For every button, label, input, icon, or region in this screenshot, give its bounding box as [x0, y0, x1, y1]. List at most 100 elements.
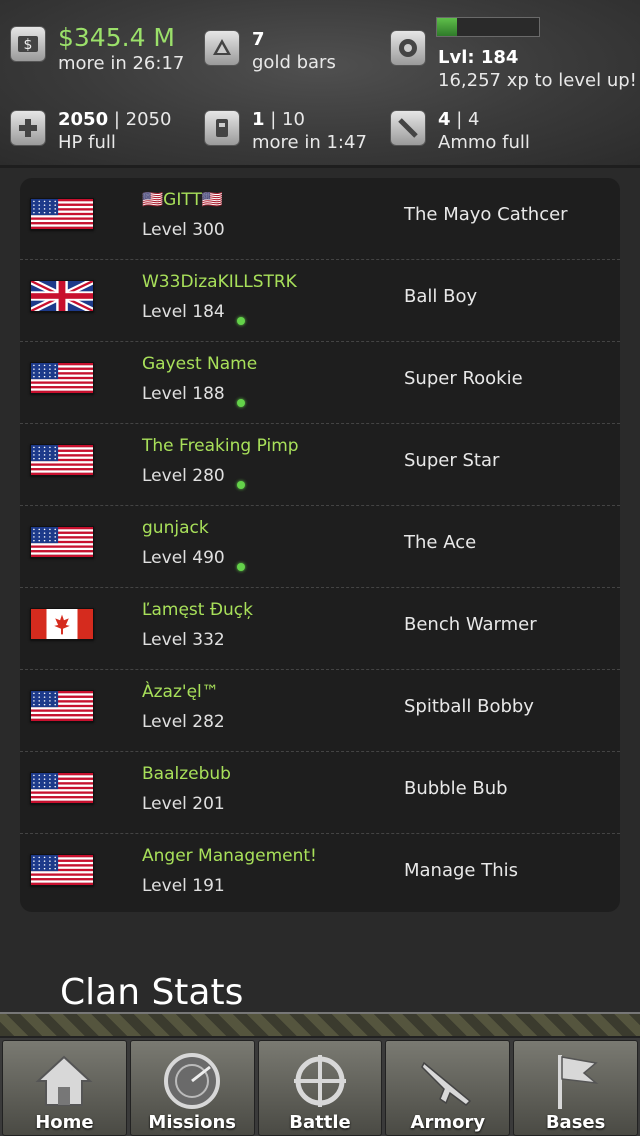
status-header: $ $345.4 M more in 26:17 7 gold bars Lvl… — [0, 0, 640, 168]
player-name: gunjack — [142, 518, 209, 538]
player-title: Spitball Bobby — [404, 696, 534, 717]
energy-stat[interactable]: 1 | 10 more in 1:47 — [204, 108, 367, 154]
hp-current: 2050 — [58, 109, 109, 130]
nav-label: Home — [35, 1112, 94, 1133]
player-row[interactable]: Ľamęst Đuçķ Level 332 Bench Warmer — [20, 588, 620, 670]
nav-label: Missions — [148, 1112, 236, 1133]
hp-stat[interactable]: 2050 | 2050 HP full — [10, 108, 171, 154]
online-indicator-icon — [236, 563, 245, 571]
level-value: Lvl: 184 — [438, 47, 519, 68]
online-indicator-icon — [236, 399, 245, 407]
player-name: Ľamęst Đuçķ — [142, 600, 253, 620]
player-level-line: Level 280 — [142, 466, 245, 489]
navbar-rail — [0, 1012, 640, 1038]
money-stat[interactable]: $ $345.4 M more in 26:17 — [10, 24, 184, 75]
flag-us-icon — [30, 198, 94, 230]
player-name: Àzaz'ęl™ — [142, 682, 219, 702]
player-level: Level 282 — [142, 712, 225, 732]
player-level: Level 184 — [142, 302, 225, 322]
money-timer: more in 26:17 — [58, 53, 185, 74]
money-value: $345.4 M — [58, 23, 175, 52]
flag-us-icon — [30, 362, 94, 394]
player-level: Level 490 — [142, 548, 225, 568]
flag-us-icon — [30, 690, 94, 722]
player-title: Manage This — [404, 860, 519, 881]
online-indicator-icon — [236, 317, 245, 325]
svg-text:$: $ — [24, 37, 33, 53]
player-row[interactable]: W33DizaKILLSTRK Level 184 Ball Boy — [20, 260, 620, 342]
player-level-line: Level 300 — [142, 220, 225, 240]
player-level-line: Level 191 — [142, 876, 225, 896]
energy-max: | 10 — [264, 109, 305, 130]
player-row[interactable]: Gayest Name Level 188 Super Rookie — [20, 342, 620, 424]
player-name: W33DizaKILLSTRK — [142, 272, 297, 292]
nav-label: Battle — [289, 1112, 351, 1133]
nav-label: Armory — [410, 1112, 486, 1133]
clan-stats-heading: Clan Stats — [60, 972, 244, 1013]
ammo-stat[interactable]: 4 | 4 Ammo full — [390, 108, 530, 154]
player-level: Level 300 — [142, 220, 225, 240]
player-name: Baalzebub — [142, 764, 231, 784]
player-level: Level 191 — [142, 876, 225, 896]
player-row[interactable]: Anger Management! Level 191 Manage This — [20, 834, 620, 912]
player-title: Super Star — [404, 450, 500, 471]
player-level-line: Level 282 — [142, 712, 225, 732]
level-stat[interactable]: Lvl: 184 16,257 xp to level up! — [390, 28, 637, 92]
xp-progress-fill — [437, 18, 458, 36]
nav-label: Bases — [545, 1112, 606, 1133]
nav-armory-button[interactable]: Armory — [385, 1040, 511, 1136]
player-row[interactable]: gunjack Level 490 The Ace — [20, 506, 620, 588]
player-row[interactable]: Baalzebub Level 201 Bubble Bub — [20, 752, 620, 834]
nav-home-button[interactable]: Home — [2, 1040, 127, 1136]
player-title: The Ace — [404, 532, 477, 553]
player-row[interactable]: 🇺🇸GITT🇺🇸 Level 300 The Mayo Cathcer — [20, 178, 620, 260]
gold-bars-icon — [204, 30, 240, 66]
flag-us-icon — [30, 854, 94, 886]
player-title: Bench Warmer — [404, 614, 537, 635]
ammo-max: | 4 — [450, 109, 480, 130]
ammo-icon — [390, 110, 426, 146]
gear-badge-icon — [390, 30, 426, 66]
xp-progress-bar — [436, 17, 540, 37]
player-title: The Mayo Cathcer — [404, 204, 568, 225]
online-indicator-icon — [236, 481, 245, 489]
player-name: 🇺🇸GITT🇺🇸 — [142, 190, 223, 210]
gold-value: 7 — [252, 29, 265, 50]
player-level-line: Level 188 — [142, 384, 245, 407]
energy-current: 1 — [252, 109, 265, 130]
medical-cross-icon — [10, 110, 46, 146]
clan-member-list: 🇺🇸GITT🇺🇸 Level 300 The Mayo Cathcer W33D… — [20, 178, 620, 912]
player-level: Level 201 — [142, 794, 225, 814]
player-level-line: Level 490 — [142, 548, 245, 571]
dollar-icon: $ — [10, 26, 46, 62]
ammo-status: Ammo full — [438, 132, 530, 153]
nav-missions-button[interactable]: Missions — [129, 1040, 255, 1136]
player-row[interactable]: The Freaking Pimp Level 280 Super Star — [20, 424, 620, 506]
bottom-nav: Home Missions Battle Armory Bases — [0, 1038, 640, 1136]
player-level-line: Level 184 — [142, 302, 245, 325]
hp-status: HP full — [58, 132, 116, 153]
nav-battle-button[interactable]: Battle — [257, 1040, 383, 1136]
flag-us-icon — [30, 772, 94, 804]
player-level: Level 332 — [142, 630, 225, 650]
player-level-line: Level 332 — [142, 630, 225, 650]
player-name: Gayest Name — [142, 354, 258, 374]
nav-bases-button[interactable]: Bases — [513, 1040, 638, 1136]
gold-label: gold bars — [252, 52, 336, 73]
energy-canister-icon — [204, 110, 240, 146]
player-title: Super Rookie — [404, 368, 523, 389]
gold-stat[interactable]: 7 gold bars — [204, 28, 336, 74]
ammo-current: 4 — [438, 109, 451, 130]
flag-us-icon — [30, 526, 94, 558]
player-name: The Freaking Pimp — [142, 436, 299, 456]
player-title: Ball Boy — [404, 286, 478, 307]
flag-uk-icon — [30, 280, 94, 312]
player-level: Level 188 — [142, 384, 225, 404]
player-title: Bubble Bub — [404, 778, 508, 799]
player-level: Level 280 — [142, 466, 225, 486]
energy-timer: more in 1:47 — [252, 132, 367, 153]
xp-remaining: 16,257 xp to level up! — [438, 70, 637, 91]
player-level-line: Level 201 — [142, 794, 225, 814]
hp-max: | 2050 — [108, 109, 172, 130]
player-row[interactable]: Àzaz'ęl™ Level 282 Spitball Bobby — [20, 670, 620, 752]
